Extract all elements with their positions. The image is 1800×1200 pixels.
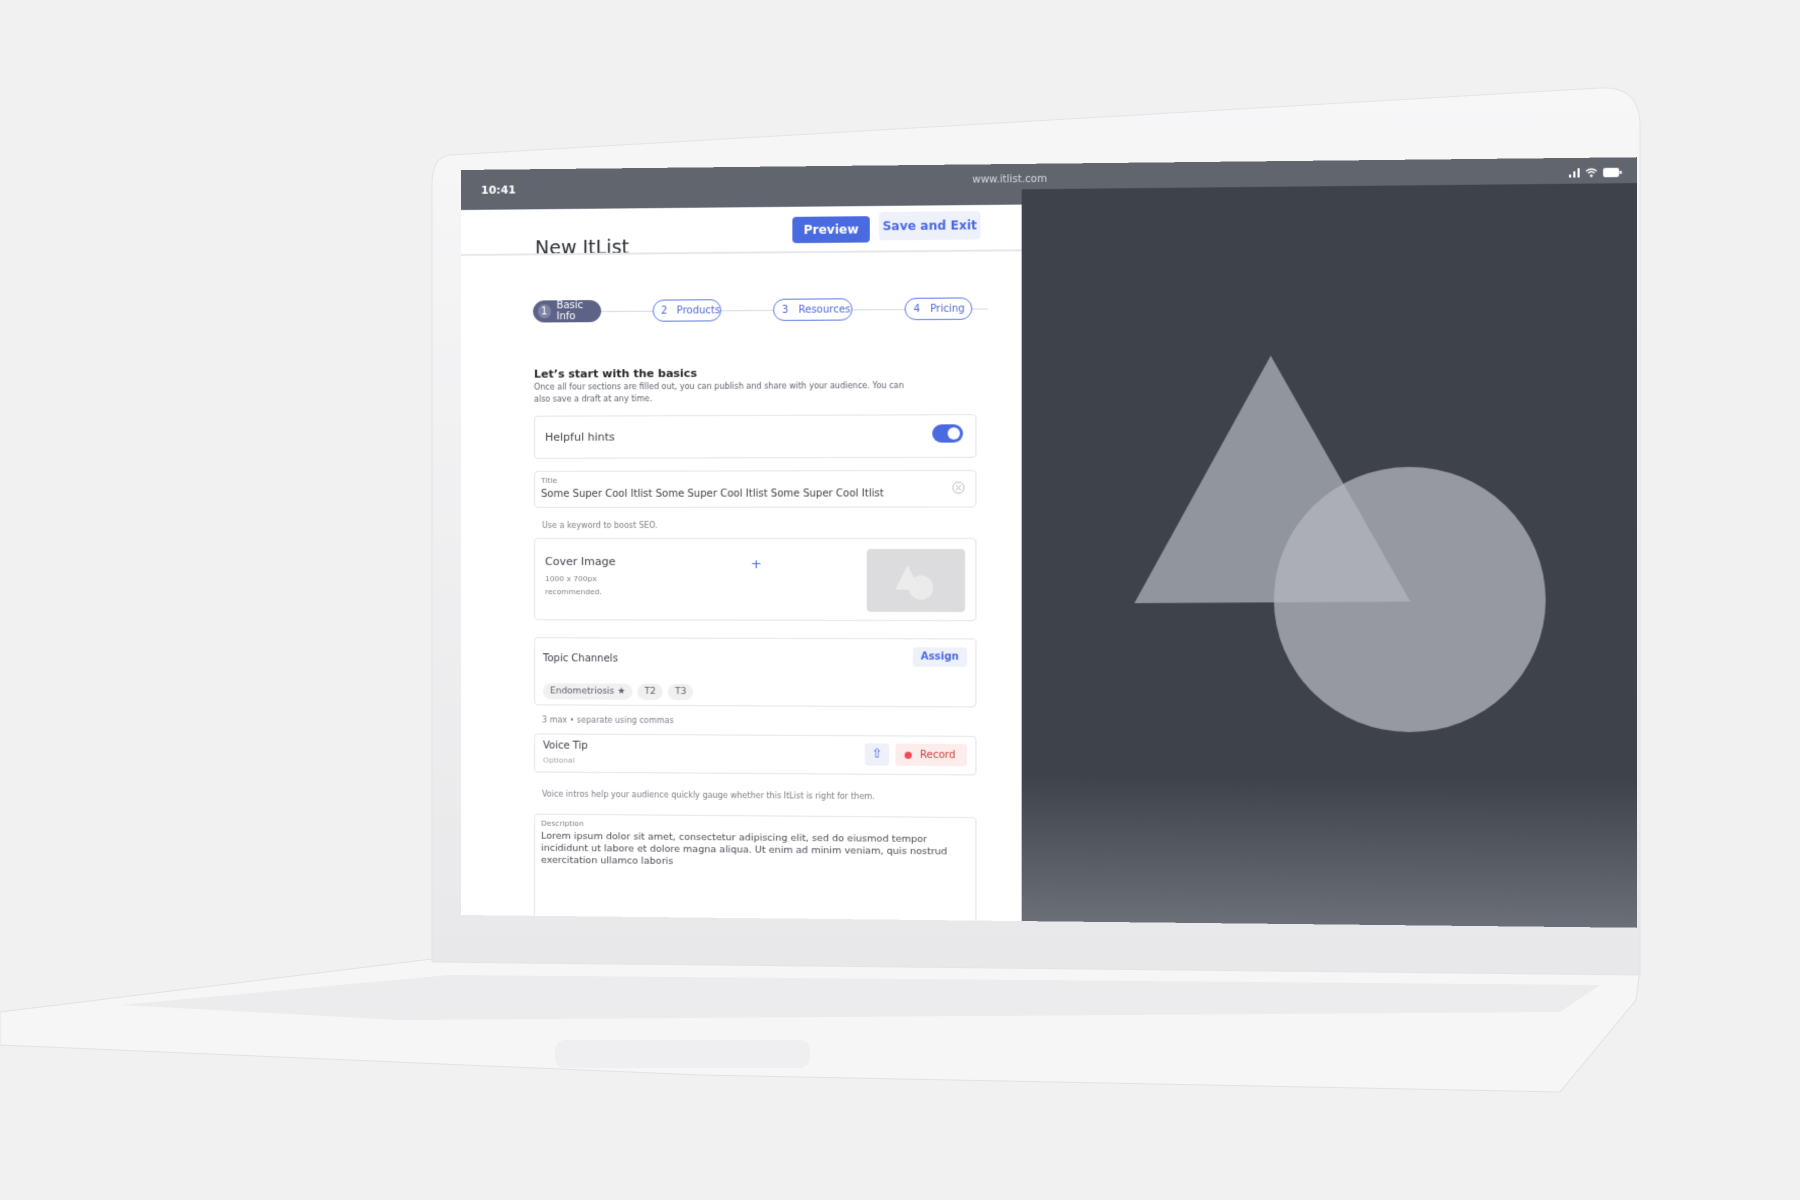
- hints-label: Helpful hints: [545, 430, 615, 444]
- record-button[interactable]: Record: [895, 743, 968, 767]
- cover-size: 1000 x 700px: [545, 574, 598, 584]
- upload-icon: ⇧: [871, 746, 883, 762]
- add-icon[interactable]: +: [751, 557, 762, 572]
- title-helper: Use a keyword to boost SEO.: [541, 520, 658, 530]
- title-field[interactable]: Title Some Super Cool Itlist Some Super …: [533, 469, 977, 508]
- step-number: 1: [537, 304, 551, 319]
- cover-label: Cover Image: [545, 555, 616, 569]
- image-placeholder-icon: [895, 565, 934, 600]
- description-field[interactable]: Description Lorem ipsum dolor sit amet, …: [533, 813, 977, 928]
- section-heading: Let’s start with the basics: [533, 366, 697, 381]
- title-label: Title: [540, 475, 558, 485]
- step-label: Resources: [798, 303, 851, 316]
- page-title: New ItList: [534, 236, 630, 260]
- preview-placeholder-graphic: [1134, 354, 1546, 733]
- wifi-icon: [1585, 168, 1598, 178]
- laptop-screen: 10:41 www.itlist.com New ItList Preview …: [461, 157, 1638, 928]
- step-products[interactable]: 2 Products: [652, 299, 722, 322]
- cover-thumbnail: [866, 549, 966, 613]
- step-number: 3: [782, 304, 789, 316]
- topic-chip[interactable]: T2: [637, 683, 663, 700]
- step-number: 2: [660, 305, 668, 317]
- helpful-hints-toggle[interactable]: [932, 424, 964, 443]
- clear-icon[interactable]: [952, 481, 965, 494]
- step-label: Basic Info: [556, 300, 584, 323]
- clock: 10:41: [480, 183, 516, 197]
- topic-chip[interactable]: Endometriosis ★: [542, 683, 633, 700]
- form-panel: New ItList Preview Save and Exit 1 Basic …: [461, 204, 1022, 928]
- topics-helper: 3 max • separate using commas: [541, 715, 674, 726]
- url-bar[interactable]: www.itlist.com: [972, 174, 1047, 186]
- step-label: Products: [676, 304, 721, 317]
- section-description: Once all four sections are filled out, y…: [533, 380, 904, 404]
- helpful-hints-row: Helpful hints: [533, 414, 977, 459]
- step-resources[interactable]: 3 Resources: [773, 298, 853, 322]
- topic-chip[interactable]: T3: [667, 683, 694, 701]
- step-basic-info[interactable]: 1 Basic Info: [532, 300, 602, 323]
- step-label: Pricing: [930, 303, 965, 315]
- topic-channels-field: Topic Channels Assign Endometriosis ★ T2 T…: [533, 637, 977, 708]
- voice-tip-field: Voice Tip Optional ⇧ Record: [533, 733, 977, 776]
- description-label: Description: [540, 818, 584, 829]
- cover-image-field[interactable]: Cover Image 1000 x 700px recommended. +: [533, 537, 977, 622]
- preview-button[interactable]: Preview: [792, 216, 870, 244]
- step-pricing[interactable]: 4 Pricing: [904, 297, 973, 321]
- circle-shape: [1273, 466, 1546, 733]
- topics-label: Topic Channels: [542, 653, 618, 665]
- description-input[interactable]: Lorem ipsum dolor sit amet, consectetur …: [541, 831, 967, 871]
- laptop-notch: [555, 1040, 810, 1068]
- cover-note: recommended.: [545, 587, 602, 597]
- signal-icon: [1569, 168, 1580, 178]
- step-number: 4: [913, 303, 921, 315]
- assign-button[interactable]: Assign: [912, 647, 968, 667]
- laptop-base: [0, 957, 1641, 1093]
- title-input[interactable]: Some Super Cool Itlist Some Super Cool I…: [541, 488, 884, 500]
- record-icon: [904, 751, 912, 759]
- save-and-exit-button[interactable]: Save and Exit: [879, 211, 981, 241]
- record-label: Record: [919, 749, 956, 761]
- preview-panel: [1021, 183, 1638, 928]
- voice-helper: Voice intros help your audience quickly …: [541, 789, 875, 802]
- voice-optional: Optional: [542, 755, 575, 765]
- voice-label: Voice Tip: [542, 740, 588, 752]
- upload-button[interactable]: ⇧: [864, 743, 890, 766]
- battery-icon: [1603, 167, 1622, 178]
